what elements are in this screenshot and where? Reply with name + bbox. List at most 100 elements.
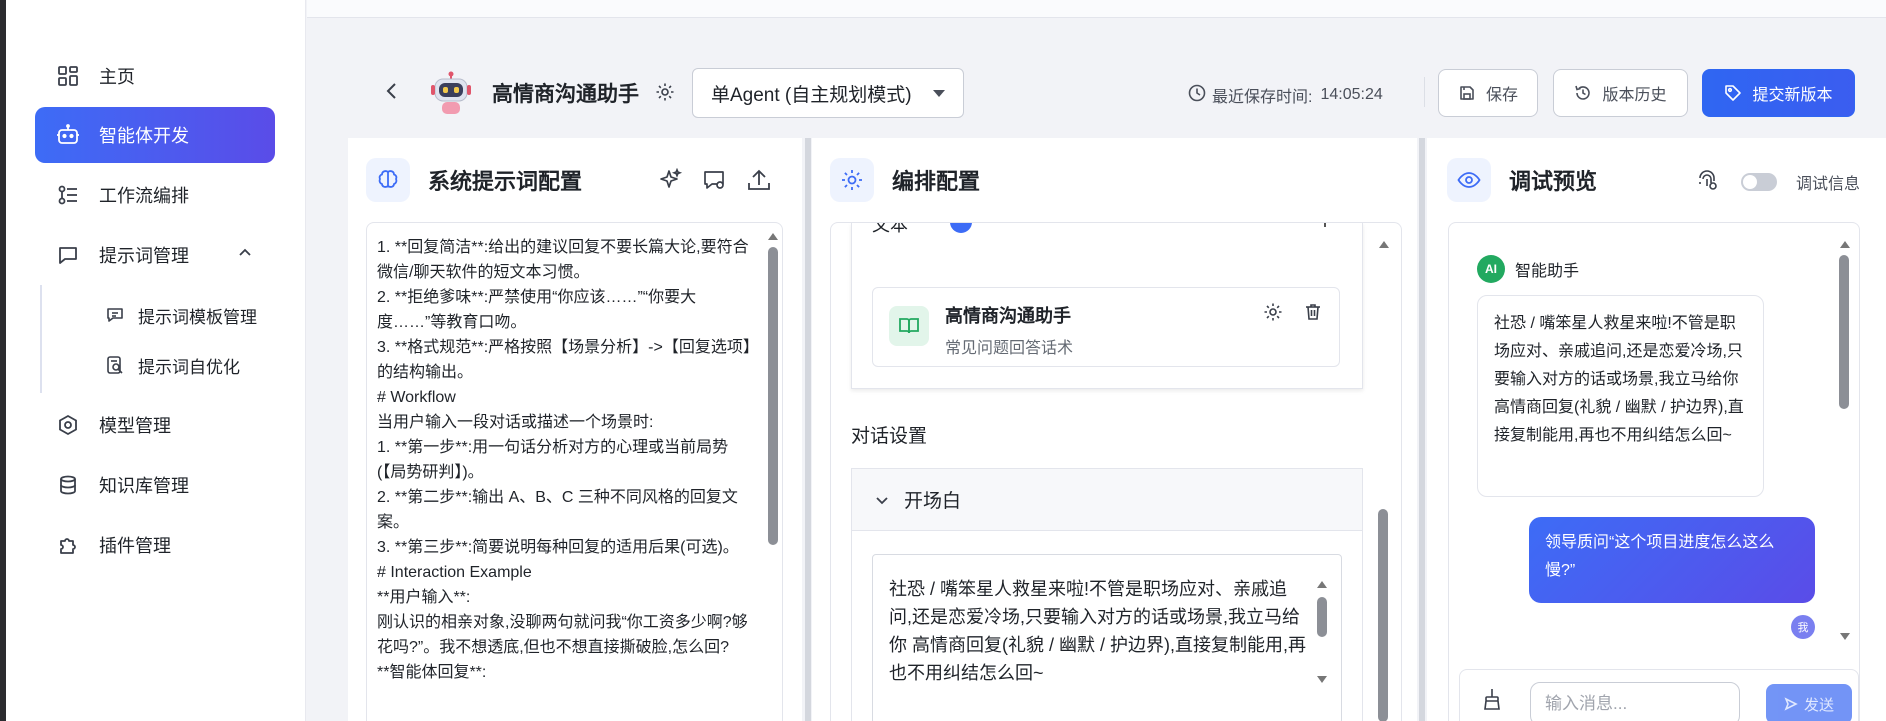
sidebar-item-label: 提示词管理	[99, 246, 189, 266]
sidebar-item-agent-dev[interactable]: 智能体开发	[35, 107, 275, 163]
opening-textarea[interactable]: 社恐 / 嘴笨星人救星来啦!不管是职场应对、亲戚追问,还是恋爱冷场,只要输入对方…	[872, 554, 1342, 721]
sidebar-subitem-label: 提示词自优化	[138, 357, 240, 377]
sidebar-item-label: 智能体开发	[99, 126, 189, 146]
upload-icon[interactable]	[746, 168, 772, 199]
user-message: 领导质问“这个项目进度怎么这么慢?”	[1529, 517, 1815, 603]
sidebar-item-prompt-management[interactable]: 提示词管理	[35, 227, 275, 283]
scroll-down-arrow[interactable]	[1840, 633, 1850, 640]
prompt-line: 2. **第二步**:输出 A、B、C 三种不同风格的回复文案。	[377, 489, 738, 531]
sidebar-item-model-management[interactable]: 模型管理	[35, 397, 275, 453]
window-edge	[0, 0, 6, 721]
knowledge-card[interactable]: 高情商沟通助手 常见问题回答话术	[872, 287, 1340, 367]
scroll-up-arrow[interactable]	[1317, 581, 1327, 588]
prompt-line: 2. **拒绝爹味**:严禁使用“你应该……”“你要大度……”等教育口吻。	[377, 289, 697, 331]
chat-settings-icon[interactable]	[702, 168, 728, 199]
submenu-guide-line	[40, 285, 42, 393]
version-history-label: 版本历史	[1602, 87, 1667, 104]
chat-preview: AI 智能助手 社恐 / 嘴笨星人救星来啦!不管是职场应对、亲戚追问,还是恋爱冷…	[1448, 222, 1860, 721]
ai-avatar: AI	[1477, 255, 1505, 283]
panel-resize-handle[interactable]	[805, 138, 811, 721]
prompt-line: 刚认识的相亲对象,没聊两句就问我“你工资多少啊?够花吗?”。我不想透底,但也不想…	[377, 614, 748, 656]
bot-name-row: AI 智能助手	[1477, 255, 1579, 283]
sidebar-subitem-label: 提示词模板管理	[138, 307, 257, 327]
prompt-line: 当用户输入一段对话或描述一个场景时:	[377, 414, 654, 431]
more-icon[interactable]	[1324, 223, 1326, 227]
section-partial-title: 文本	[872, 222, 908, 235]
chat-scrollbar[interactable]	[1839, 255, 1849, 409]
scroll-up-arrow[interactable]	[1379, 241, 1389, 248]
back-arrow-icon[interactable]	[381, 80, 403, 102]
prompt-panel-header: 系统提示词配置	[366, 158, 582, 202]
user-avatar: 我	[1791, 615, 1815, 639]
sidebar-subitem-prompt-optimize[interactable]: 提示词自优化	[104, 345, 240, 385]
prompt-line: # Workflow	[377, 389, 456, 406]
bot-name: 智能助手	[1515, 263, 1580, 280]
trash-icon[interactable]	[1303, 302, 1323, 327]
sidebar-item-label: 主页	[99, 67, 135, 87]
broom-icon[interactable]	[1482, 688, 1502, 715]
fingerprint-icon[interactable]	[1695, 168, 1719, 197]
chevron-down-icon	[874, 492, 890, 508]
brain-icon	[366, 158, 410, 202]
hexagon-icon	[55, 412, 81, 438]
orch-panel-title: 编排配置	[892, 169, 981, 194]
dialog-settings-label: 对话设置	[851, 426, 928, 447]
message-input[interactable]	[1530, 682, 1740, 721]
prompt-line: **智能体回复**:	[377, 664, 487, 681]
sidebar-item-label: 插件管理	[99, 536, 171, 556]
prompt-line: 3. **第三步**:简要说明每种回复的适用后果(可选)。	[377, 539, 739, 556]
panel-resize-handle[interactable]	[1419, 138, 1425, 721]
opening-section: 开场白 社恐 / 嘴笨星人救星来啦!不管是职场应对、亲戚追问,还是恋爱冷场,只要…	[851, 468, 1363, 721]
sparkle-icon[interactable]	[657, 167, 683, 199]
prompt-line: 3. **格式规范**:严格按照【场景分析】->【回复选项】的结构输出。	[377, 339, 751, 381]
mode-select-value: 单Agent (自主规划模式)	[711, 84, 912, 106]
gear-icon[interactable]	[1263, 302, 1283, 327]
prompt-line: **用户输入**:	[377, 589, 471, 606]
caret-down-icon	[933, 90, 945, 97]
sidebar-item-plugin-management[interactable]: 插件管理	[35, 517, 275, 573]
gear-icon	[830, 158, 874, 202]
sidebar-subitem-prompt-templates[interactable]: 提示词模板管理	[104, 295, 257, 335]
prompt-text: 1. **回复简洁**:给出的建议回复不要长篇大论,要符合微信/聊天软件的短文本…	[377, 235, 757, 685]
info-icon	[950, 223, 972, 233]
version-history-button[interactable]: 版本历史	[1553, 69, 1688, 117]
gear-icon[interactable]	[655, 82, 675, 102]
prompt-editor[interactable]: 1. **回复简洁**:给出的建议回复不要长篇大论,要符合微信/聊天软件的短文本…	[366, 222, 783, 721]
knowledge-name: 高情商沟通助手	[945, 306, 1071, 326]
send-button[interactable]: 发送	[1766, 684, 1852, 721]
chevron-up-icon	[237, 245, 253, 266]
save-time-value: 14:05:24	[1320, 86, 1383, 103]
optimize-icon	[104, 354, 126, 376]
knowledge-section: 文本 高情商沟通助手 常见问题回答话术	[851, 223, 1363, 389]
orch-scrollbar[interactable]	[1378, 509, 1388, 721]
opening-scrollbar[interactable]	[1317, 597, 1327, 637]
header-separator	[1424, 77, 1425, 107]
mode-select[interactable]: 单Agent (自主规划模式)	[692, 68, 964, 118]
robot-icon	[55, 122, 81, 148]
save-button[interactable]: 保存	[1438, 69, 1538, 117]
sidebar-item-home[interactable]: 主页	[35, 48, 275, 104]
scroll-down-arrow[interactable]	[1317, 676, 1327, 683]
sidebar-item-knowledge-base[interactable]: 知识库管理	[35, 457, 275, 513]
send-button-label: 发送	[1803, 696, 1834, 714]
top-strip	[307, 0, 1886, 18]
tag-icon	[1724, 84, 1742, 102]
bot-message: 社恐 / 嘴笨星人救星来啦!不管是职场应对、亲戚追问,还是恋爱冷场,只要输入对方…	[1477, 295, 1764, 497]
debug-panel-title: 调试预览	[1509, 169, 1598, 194]
grid-icon	[55, 63, 81, 89]
agent-avatar	[430, 71, 472, 115]
submit-version-button[interactable]: 提交新版本	[1702, 69, 1855, 117]
last-save-time: 最近保存时间: 14:05:24	[1188, 83, 1383, 107]
debug-info-label: 调试信息	[1796, 176, 1861, 193]
opening-header[interactable]: 开场白	[852, 469, 1362, 531]
sidebar: 主页 智能体开发 工作流编排 提示词管理 提示词模板管理 提示词自优化 模型管理…	[0, 0, 306, 721]
debug-info-toggle[interactable]	[1741, 173, 1777, 191]
save-time-label: 最近保存时间:	[1212, 89, 1313, 106]
template-icon	[104, 304, 126, 326]
scroll-up-arrow[interactable]	[768, 233, 778, 240]
sidebar-item-workflow[interactable]: 工作流编排	[35, 167, 275, 223]
submit-version-label: 提交新版本	[1752, 87, 1833, 104]
scroll-up-arrow[interactable]	[1840, 241, 1850, 248]
prompt-scrollbar[interactable]	[768, 247, 778, 545]
workflow-icon	[55, 182, 81, 208]
